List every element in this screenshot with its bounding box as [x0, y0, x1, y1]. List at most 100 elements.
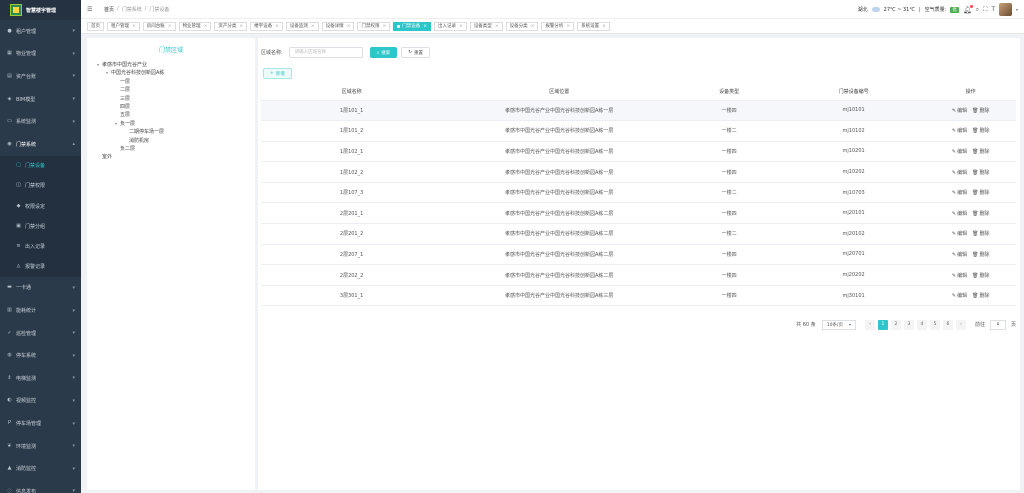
edit-button[interactable]: ✎编辑 — [952, 149, 967, 155]
close-icon[interactable]: × — [566, 24, 570, 29]
sidebar-item-4[interactable]: ▭ 系统监测 ▾ — [0, 110, 81, 133]
tab-9[interactable]: 门禁设备 × — [393, 21, 432, 31]
submenu-item-1[interactable]: ◫ 门禁权限 — [0, 176, 81, 196]
tab-2[interactable]: 房间台账 × — [142, 21, 176, 31]
delete-button[interactable]: 🗑︎删除 — [972, 293, 989, 299]
tree-node[interactable]: 二层 — [87, 86, 255, 94]
add-button[interactable]: + 新增 — [263, 68, 292, 79]
close-icon[interactable]: × — [495, 24, 499, 29]
edit-button[interactable]: ✎编辑 — [952, 252, 967, 258]
sidebar-item-4[interactable]: ⇕ 电梯监测 ▾ — [0, 367, 81, 390]
close-icon[interactable]: × — [423, 24, 427, 29]
table-row[interactable]: 2层202_2 孝感市中国光谷产业中国光谷科技创新园A栋二层 一楼四 mj20202 ✎… — [261, 264, 1016, 286]
close-icon[interactable]: × — [168, 24, 172, 29]
tree-node[interactable]: ▾ 负一层 — [87, 120, 255, 128]
delete-button[interactable]: 🗑︎删除 — [972, 252, 989, 258]
close-icon[interactable]: × — [275, 24, 279, 29]
submenu-item-2[interactable]: ◆ 权限设定 — [0, 196, 81, 216]
tree-node[interactable]: 二期停车场一层 — [87, 128, 255, 136]
page-button-1[interactable]: 1 — [877, 319, 888, 330]
sidebar-item-3[interactable]: ◍ 停车系统 ▾ — [0, 344, 81, 367]
sidebar-item-1[interactable]: ▦ 物业管理 ▾ — [0, 43, 81, 66]
chevron-down-icon[interactable]: ▾ — [1016, 7, 1018, 12]
tree-node[interactable]: ▾ 孝感市中国光谷产业 — [87, 61, 255, 69]
tab-1[interactable]: 租户管理 × — [107, 21, 140, 31]
search-button[interactable]: ⌕ 搜索 — [369, 47, 398, 58]
tree-node[interactable]: 负二层 — [87, 145, 255, 153]
tab-3[interactable]: 物业管理 × — [178, 21, 212, 31]
delete-button[interactable]: 🗑︎删除 — [972, 128, 989, 134]
close-icon[interactable]: × — [602, 24, 606, 29]
search-icon[interactable]: ⌕ — [976, 6, 979, 14]
submenu-item-4[interactable]: ≡ 出入记录 — [0, 236, 81, 256]
sidebar-item-0[interactable]: ● 租户管理 ▾ — [0, 20, 81, 43]
edit-button[interactable]: ✎编辑 — [952, 211, 967, 217]
reset-button[interactable]: ↻ 重置 — [401, 47, 430, 58]
sidebar-item-2[interactable]: ✓ 巡检管理 ▾ — [0, 322, 81, 345]
sidebar-item-8[interactable]: ▲ 消防监控 ▾ — [0, 457, 81, 480]
edit-button[interactable]: ✎编辑 — [952, 108, 967, 114]
tab-6[interactable]: 设备监测 × — [285, 21, 319, 31]
prev-page-button[interactable]: ‹ — [864, 319, 875, 330]
close-icon[interactable]: × — [239, 24, 243, 29]
tab-0[interactable]: 首页 — [87, 21, 104, 31]
tab-10[interactable]: 出入记录 × — [434, 21, 467, 31]
delete-button[interactable]: 🗑︎删除 — [972, 149, 989, 155]
table-row[interactable]: 2层201_1 孝感市中国光谷产业中国光谷科技创新园A栋二层 一楼四 mj20101 ✎… — [261, 202, 1016, 225]
sidebar-item-2[interactable]: ▤ 资产台账 ▾ — [0, 65, 81, 88]
tab-8[interactable]: 门禁权限 × — [357, 21, 391, 31]
app-logo[interactable]: 智慧楼宇管理 — [0, 0, 81, 20]
close-icon[interactable]: × — [311, 24, 315, 29]
tab-12[interactable]: 设备分类 × — [505, 21, 539, 31]
sidebar-item-9[interactable]: ◌ 信息发布 ▾ — [0, 480, 81, 493]
fullscreen-icon[interactable]: ⛶ — [983, 6, 987, 14]
tab-11[interactable]: 设备类型 × — [469, 21, 503, 31]
table-row[interactable]: 3层301_1 孝感市中国光谷产业中国光谷科技创新园A栋三层 一楼四 mj30101 ✎… — [261, 285, 1016, 307]
tree-node[interactable]: 室外 — [87, 153, 255, 161]
sidebar-item-5[interactable]: ◐ 视频监控 ▾ — [0, 390, 81, 413]
delete-button[interactable]: 🗑︎删除 — [972, 170, 989, 176]
tab-4[interactable]: 资产分类 × — [214, 21, 248, 31]
breadcrumb-section[interactable]: 门禁系统 — [122, 6, 142, 13]
delete-button[interactable]: 🗑︎删除 — [972, 273, 989, 279]
sidebar-item-6[interactable]: P 停车场管理 ▾ — [0, 412, 81, 435]
tree-node[interactable]: 一层 — [87, 78, 255, 86]
close-icon[interactable]: × — [347, 24, 351, 29]
tab-14[interactable]: 系统设置 × — [577, 21, 610, 31]
submenu-item-0[interactable]: ▢ 门禁设备 — [0, 156, 81, 176]
table-row[interactable]: 1层101_2 孝感市中国光谷产业中国光谷科技创新园A栋一层 一楼二 mj10102 ✎… — [261, 120, 1016, 142]
page-button-3[interactable]: 3 — [903, 319, 914, 330]
area-name-input[interactable] — [288, 47, 363, 58]
tab-5[interactable]: 楼宇设备 × — [250, 21, 283, 31]
close-icon[interactable]: × — [459, 24, 463, 29]
tree-node[interactable]: 三层 — [87, 95, 255, 103]
submenu-item-5[interactable]: ◬ 报警记录 — [0, 257, 81, 277]
goto-page-input[interactable] — [989, 319, 1006, 330]
table-row[interactable]: 2层207_1 孝感市中国光谷产业中国光谷科技创新园A栋二层 一楼四 mj20701 ✎… — [261, 244, 1016, 266]
tree-node[interactable]: 消防机房 — [87, 137, 255, 145]
tree-node[interactable]: 五层 — [87, 111, 255, 119]
page-button-5[interactable]: 5 — [929, 319, 940, 330]
breadcrumb-home[interactable]: 首页 — [104, 6, 114, 13]
bell-icon[interactable]: 🔔︎ — [963, 4, 973, 14]
edit-button[interactable]: ✎编辑 — [952, 231, 967, 237]
edit-button[interactable]: ✎编辑 — [952, 273, 967, 279]
page-button-4[interactable]: 4 — [916, 319, 927, 330]
close-icon[interactable]: × — [531, 24, 535, 29]
page-size-select[interactable]: 10条/页 ▾ — [821, 319, 856, 330]
edit-button[interactable]: ✎编辑 — [952, 170, 967, 176]
submenu-item-3[interactable]: ▣ 门禁分组 — [0, 216, 81, 236]
close-icon[interactable]: × — [382, 24, 386, 29]
tab-13[interactable]: 报警分析 × — [541, 21, 575, 31]
delete-button[interactable]: 🗑︎删除 — [972, 108, 989, 114]
delete-button[interactable]: 🗑︎删除 — [972, 211, 989, 217]
tab-7[interactable]: 设备详情 × — [321, 21, 355, 31]
tree-node[interactable]: 四层 — [87, 103, 255, 111]
edit-button[interactable]: ✎编辑 — [952, 190, 967, 196]
close-icon[interactable]: × — [204, 24, 208, 29]
avatar[interactable] — [998, 3, 1012, 16]
tree-node[interactable]: ▾ 中国光谷科技创新园A栋 — [87, 69, 255, 77]
page-button-6[interactable]: 6 — [942, 319, 953, 330]
delete-button[interactable]: 🗑︎删除 — [972, 190, 989, 196]
table-row[interactable]: 1层102_1 孝感市中国光谷产业中国光谷科技创新园A栋一层 一楼四 mj10201 ✎… — [261, 141, 1016, 163]
